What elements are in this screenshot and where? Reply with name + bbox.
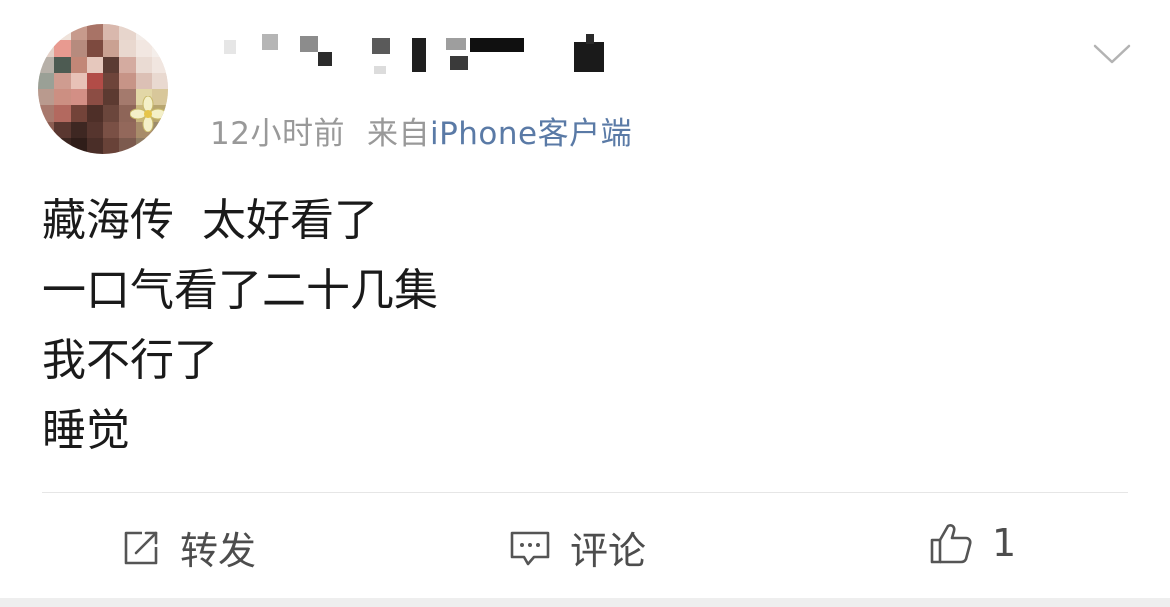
content-line: 我不行了 [42,335,218,386]
flower-icon [130,96,166,132]
source-prefix: 来自 [366,116,430,152]
content-line: 睡觉 [42,405,130,456]
content-line: 藏海传 太好看了 [42,195,378,246]
comment-icon [510,531,550,565]
post-meta: 12小时前 来自iPhone客户端 [210,108,632,153]
content-line: 一口气看了二十几集 [42,265,438,316]
source-link[interactable]: iPhone客户端 [430,116,632,152]
like-count: 1 [992,521,1017,565]
post-time: 12小时前 [210,116,345,152]
weibo-post-card: 12小时前 来自iPhone客户端 藏海传 太好看了 一口气看了二十几集 我不行了… [0,0,1170,607]
action-bar: 转发 评论 1 [0,508,1170,586]
avatar[interactable] [38,24,168,154]
username-redacted[interactable] [214,28,624,82]
repost-button[interactable]: 转发 [120,520,256,575]
like-thumb-icon [930,524,972,564]
expand-chevron-icon[interactable] [1092,40,1132,68]
card-bottom-separator [0,598,1170,607]
comment-label: 评论 [570,529,647,573]
repost-label: 转发 [180,529,257,573]
post-content: 藏海传 太好看了 一口气看了二十几集 我不行了 睡觉 [42,186,438,466]
avatar-pixelation [38,24,168,154]
divider [42,492,1128,493]
comment-button[interactable]: 评论 [508,520,646,575]
repost-icon [124,531,158,564]
like-button[interactable]: 1 [928,520,1016,566]
